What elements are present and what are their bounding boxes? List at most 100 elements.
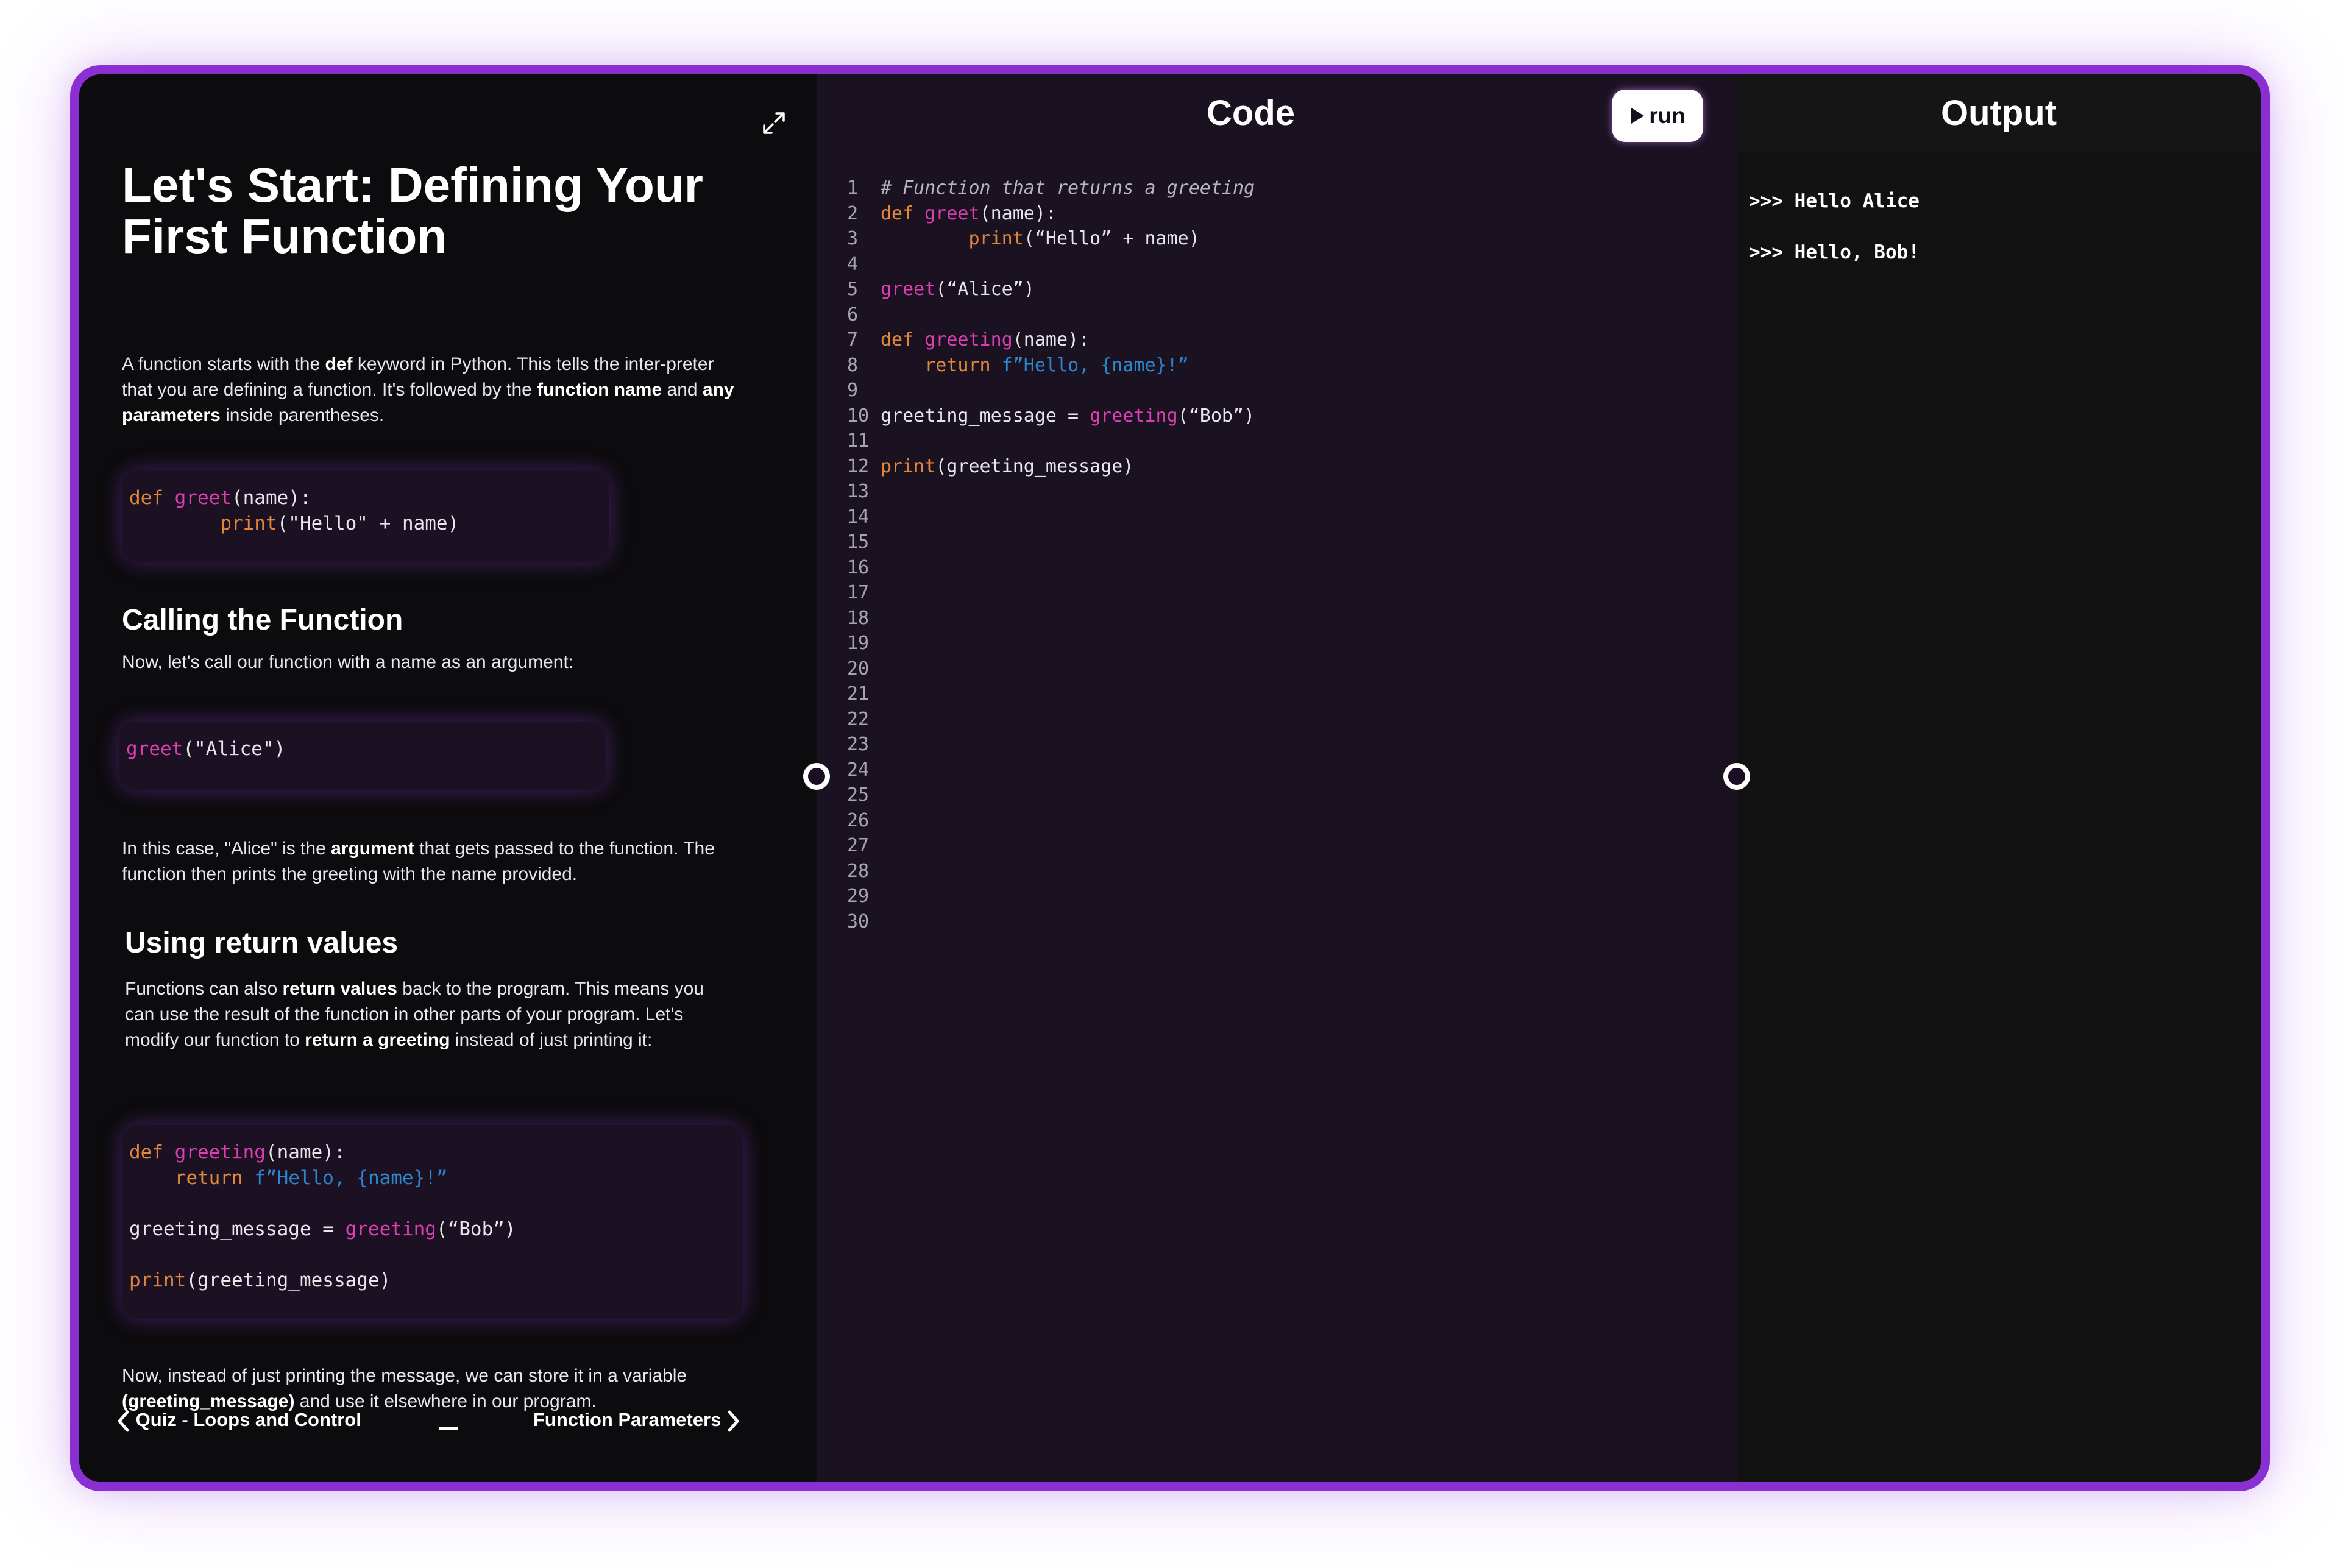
code-line: def greet(name): <box>129 485 609 511</box>
code-token: (“Alice”) <box>935 278 1035 300</box>
code-token: print <box>129 1269 186 1291</box>
bold-text: argument <box>331 839 414 859</box>
output-pane: Output >>> Hello Alice >>> Hello, Bob! <box>1737 74 2261 1482</box>
code-editor[interactable]: # Function that returns a greeting def gr… <box>881 176 1673 479</box>
line-number: 2 <box>847 202 859 224</box>
code-token: greet <box>126 738 183 760</box>
code-token: greet <box>174 487 232 509</box>
text-run: In this case, "Alice" is the <box>122 839 332 859</box>
code-token: ("Hello" + name) <box>277 513 459 534</box>
code-line: print("Hello" + name) <box>129 511 609 536</box>
code-token: (name): <box>1012 329 1090 350</box>
line-number: 7 <box>847 329 859 350</box>
play-icon <box>1631 108 1645 124</box>
line-number: 3 <box>847 228 859 249</box>
code-token: (“Bob”) <box>1177 405 1255 427</box>
expand-icon[interactable] <box>762 111 786 135</box>
code-token: (“Hello” + name) <box>1023 228 1200 249</box>
bold-text: def <box>325 354 353 374</box>
line-number: 12 <box>847 455 870 477</box>
line-number: 29 <box>847 885 870 907</box>
text-run: instead of just printing it: <box>450 1030 653 1050</box>
code-line: ​ <box>881 378 1673 403</box>
code-token: greeting_message = <box>129 1218 346 1240</box>
line-number: 25 <box>847 784 870 806</box>
code-token: (name): <box>231 487 311 509</box>
code-line: def greeting(name): <box>881 327 1673 353</box>
next-lesson-link[interactable]: Function Parameters <box>533 1409 741 1433</box>
code-line: # Function that returns a greeting <box>881 176 1673 201</box>
line-number: 27 <box>847 835 870 856</box>
line-number: 10 <box>847 405 870 427</box>
code-token: greeting_message = <box>881 405 1090 427</box>
chevron-right-icon <box>728 1410 739 1432</box>
line-number-gutter: 1 2 3 4 5 6 7 8 9 10 11 12 13 14 15 16 17 18 19 20 21 22 23 24 2… <box>847 176 884 934</box>
prev-lesson-label: Quiz - Loops and Control <box>135 1409 361 1430</box>
app-window: Let's Start: Defining Your First Functio… <box>70 65 2270 1491</box>
line-number: 5 <box>847 278 859 300</box>
next-lesson-label: Function Parameters <box>533 1409 722 1430</box>
resize-handle-right[interactable] <box>1723 763 1750 790</box>
lesson-title: Let's Start: Defining Your First Functio… <box>122 158 703 263</box>
code-line: def greet(name): <box>881 201 1673 227</box>
line-number: 4 <box>847 253 859 275</box>
code-token: print <box>881 455 936 477</box>
code-line: ​ <box>129 1242 743 1268</box>
code-token: return <box>924 354 1002 376</box>
line-number: 26 <box>847 809 870 831</box>
code-token: greet <box>924 202 980 224</box>
text-run: and <box>662 380 703 400</box>
line-number: 9 <box>847 380 859 401</box>
intro-paragraph: A function starts with the def keyword i… <box>122 352 743 428</box>
text-run: inside parentheses. <box>220 405 385 425</box>
code-line: greeting_message = greeting(“Bob”) <box>881 403 1673 429</box>
chevron-left-icon <box>118 1410 129 1432</box>
code-line: ​ <box>129 1191 743 1216</box>
console-line: >>> Hello Alice <box>1749 190 1920 212</box>
code-token: def <box>881 329 925 350</box>
line-number: 18 <box>847 607 870 629</box>
argument-paragraph: In this case, "Alice" is the argument th… <box>122 836 743 887</box>
code-token: return <box>174 1167 255 1189</box>
code-pane: Code run 1 2 3 4 5 6 7 8 9 10 11 12 13 14 15 16 17 18 19 20… <box>817 74 1737 1482</box>
bold-text: return a greeting <box>305 1030 450 1050</box>
line-number: 20 <box>847 658 870 679</box>
lesson-pane: Let's Start: Defining Your First Functio… <box>79 74 817 1482</box>
code-snippet-define: def greet(name): print("Hello" + name) <box>122 470 609 562</box>
text-run: Functions can also <box>125 979 283 999</box>
code-line: greeting_message = greeting(“Bob”) <box>129 1216 743 1242</box>
bold-text: return values <box>282 979 397 999</box>
code-token: (name): <box>979 202 1057 224</box>
code-line: ​ <box>881 252 1673 277</box>
return-paragraph: Functions can also return values back to… <box>125 976 734 1053</box>
console-output: >>> Hello Alice >>> Hello, Bob! <box>1749 176 1920 278</box>
code-token: greeting <box>174 1141 266 1163</box>
run-label: run <box>1649 103 1686 128</box>
line-number: 11 <box>847 430 870 452</box>
resize-handle-left[interactable] <box>803 763 830 790</box>
bold-text: function name <box>537 380 662 400</box>
code-token: greeting <box>1090 405 1178 427</box>
code-token: greeting <box>924 329 1013 350</box>
line-number: 23 <box>847 734 870 755</box>
line-number: 21 <box>847 683 870 704</box>
store-paragraph: Now, instead of just printing the messag… <box>122 1363 762 1414</box>
code-line: ​ <box>881 428 1673 454</box>
line-number: 13 <box>847 481 870 502</box>
line-number: 19 <box>847 633 870 654</box>
code-snippet-call: greet("Alice") <box>119 722 606 790</box>
run-button[interactable]: run <box>1612 90 1703 142</box>
code-line: return f”Hello, {name}!” <box>881 353 1673 378</box>
code-line: greet("Alice") <box>126 736 606 762</box>
code-token: f”Hello, {name}!” <box>254 1167 448 1189</box>
code-token: def <box>129 487 175 509</box>
code-line: greet(“Alice”) <box>881 277 1673 302</box>
prev-lesson-link[interactable]: Quiz - Loops and Control <box>116 1409 361 1433</box>
line-number: 8 <box>847 354 859 376</box>
code-line: def greeting(name): <box>129 1140 743 1165</box>
line-number: 28 <box>847 860 870 882</box>
